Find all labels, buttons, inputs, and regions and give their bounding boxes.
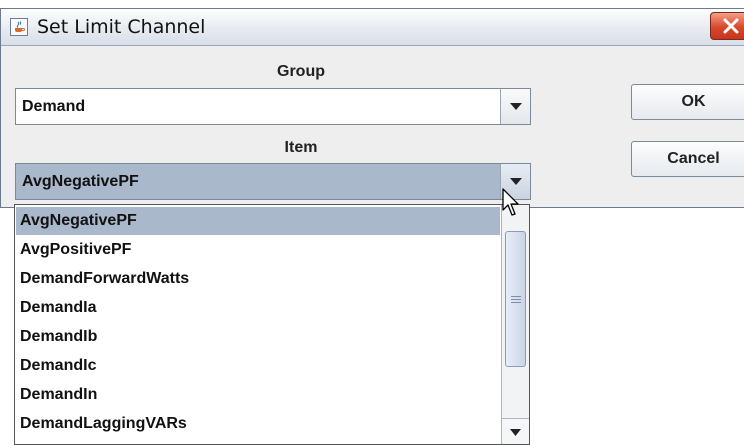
item-combobox[interactable]: AvgNegativePF xyxy=(15,163,531,200)
close-icon xyxy=(723,18,739,34)
group-label: Group xyxy=(277,63,325,80)
group-dropdown-button[interactable] xyxy=(500,89,530,124)
scroll-down-button[interactable] xyxy=(502,418,529,444)
dropdown-item[interactable]: AvgNegativePF xyxy=(16,207,500,235)
dropdown-item[interactable]: DemandIc xyxy=(16,352,500,380)
chevron-down-icon xyxy=(510,429,521,436)
chevron-down-icon xyxy=(510,103,522,110)
cancel-button[interactable]: Cancel xyxy=(631,141,744,177)
java-cup-icon xyxy=(10,18,28,36)
dropdown-item[interactable]: DemandIb xyxy=(16,323,500,351)
dialog-title: Set Limit Channel xyxy=(37,16,206,38)
close-button[interactable] xyxy=(710,12,744,40)
dropdown-item[interactable]: DemandLaggingVARs xyxy=(16,410,500,438)
mouse-cursor-icon xyxy=(502,188,519,216)
dropdown-item[interactable]: AvgPositivePF xyxy=(16,236,500,264)
dropdown-item[interactable]: DemandIn xyxy=(16,381,500,409)
dropdown-item[interactable]: DemandIa xyxy=(16,294,500,322)
group-selected-value: Demand xyxy=(22,98,86,115)
chevron-down-icon xyxy=(510,178,522,185)
title-bar[interactable]: Set Limit Channel xyxy=(1,9,744,46)
item-label: Item xyxy=(284,139,318,156)
dropdown-scrollbar[interactable] xyxy=(501,205,529,444)
item-dropdown-list[interactable]: AvgNegativePF AvgPositivePF DemandForwardW… xyxy=(14,204,530,445)
ok-button[interactable]: OK xyxy=(631,84,744,120)
group-combobox[interactable]: Demand xyxy=(15,88,531,125)
set-limit-channel-dialog: Set Limit Channel Group Demand Item AvgN… xyxy=(0,8,744,208)
scrollbar-thumb[interactable] xyxy=(505,231,526,367)
dropdown-item[interactable]: DemandForwardWatts xyxy=(16,265,500,293)
item-selected-value: AvgNegativePF xyxy=(22,173,139,190)
